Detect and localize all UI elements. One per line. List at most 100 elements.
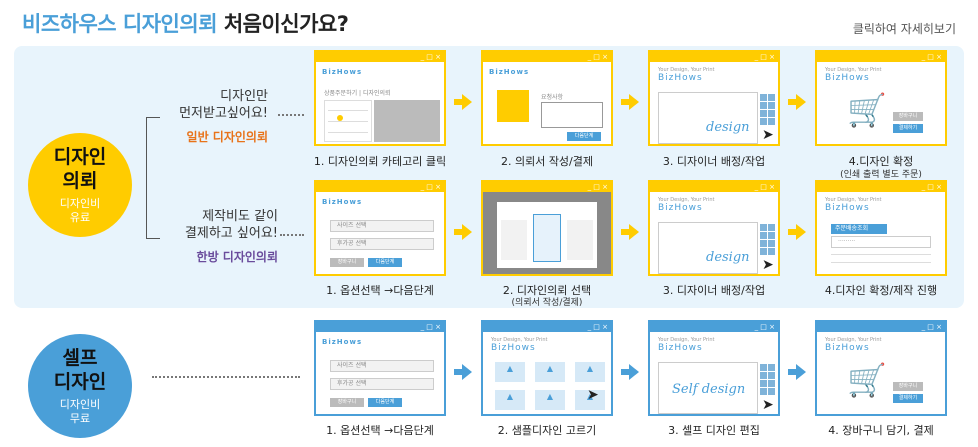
option-card[interactable] (501, 220, 527, 260)
bizhows-logo: Your Design, Your Print BizHows (825, 337, 881, 353)
self-dots (152, 376, 300, 378)
onestop-step4-label: 4.디자인 확정/제작 진행 (824, 284, 938, 297)
window-controls: _ □ × (754, 183, 775, 191)
option-card[interactable] (567, 220, 593, 260)
next-button[interactable]: 다음단계 (368, 398, 402, 407)
general-dots (278, 114, 304, 116)
design-canvas (658, 92, 758, 144)
cart-button[interactable]: 장바구니 (893, 382, 923, 391)
confirm-button[interactable]: 결제하기 (893, 124, 923, 133)
category-preview (374, 100, 440, 142)
bizhows-logo: BizHows (322, 68, 363, 76)
self-step4-label: 4. 장바구니 담기, 결제 (828, 424, 934, 437)
sample-image-icon[interactable]: ▲ (495, 362, 525, 382)
finish-select[interactable]: 후가공 선택 (330, 238, 434, 250)
logo-text: BizHows (491, 343, 536, 353)
logo-text: BizHows (658, 343, 703, 353)
request-textarea[interactable] (541, 102, 603, 128)
arrow-icon (788, 224, 806, 240)
menu-order[interactable]: 상품주문하기 (324, 90, 357, 97)
title-blue: 비즈하우스 디자인의뢰 (22, 12, 218, 36)
next-button[interactable]: 다음단계 (567, 132, 601, 141)
cart-button[interactable]: 장바구니 (330, 398, 364, 407)
arrow-icon (454, 94, 472, 110)
circle-title-line2: 의뢰 (62, 170, 98, 192)
onestop-option-name: 한방 디자인의뢰 (196, 250, 278, 264)
bizhows-logo: Your Design, Your Print BizHows (658, 197, 714, 213)
general-step3-window: _ □ × Your Design, Your Print BizHows des… (648, 50, 780, 146)
bizhows-logo: Your Design, Your Print BizHows (825, 197, 881, 213)
sample-image-icon[interactable]: ▲ (535, 390, 565, 410)
cart-button[interactable]: 장바구니 (330, 258, 364, 267)
design-word: design (706, 250, 750, 265)
onestop-step3-window: _ □ × Your Design, Your Print BizHows des… (648, 180, 780, 276)
self-step1-label: 1. 옵션선택 →다음단계 (326, 424, 434, 437)
sample-image-icon[interactable]: ▲ (495, 390, 525, 410)
page-title: 비즈하우스 디자인의뢰 처음이신가요? (22, 8, 349, 38)
onestop-question-1: 제작비도 같이 (202, 209, 278, 224)
window-controls: _ □ × (420, 183, 441, 191)
category-dot (337, 115, 343, 121)
request-form-label: 요청사항 (541, 94, 564, 101)
tool-palette (760, 224, 775, 255)
title-dark: 처음이신가요? (223, 12, 349, 36)
general-step4-sub: (인쇄 출력 별도 주문) (840, 170, 922, 180)
bizhows-logo: BizHows (322, 198, 363, 206)
circle-sub-line1: 디자인비 (59, 398, 101, 411)
general-step4-window: _ □ × Your Design, Your Print BizHows 🛒 장… (815, 50, 947, 146)
onestop-step4-window: _ □ × Your Design, Your Print BizHows 주문배… (815, 180, 947, 276)
next-button[interactable]: 다음단계 (368, 258, 402, 267)
option-bracket (146, 117, 160, 239)
onestop-dots (280, 234, 304, 236)
sample-image-icon[interactable]: ▲ (575, 362, 605, 382)
cursor-icon: ➤ (762, 127, 774, 143)
logo-text: BizHows (658, 203, 703, 213)
self-step1-window: _ □ × BizHows 사이즈 선택 후가공 선택 장바구니 다음단계 (314, 320, 446, 416)
menu-bar: 상품주문하기 | 디자인의뢰 (324, 90, 391, 97)
tool-palette (760, 94, 775, 125)
design-word: design (706, 120, 750, 135)
self-design-word: Self design (672, 382, 746, 397)
arrow-icon (621, 364, 639, 380)
arrow-icon (454, 364, 472, 380)
general-question-2: 먼저받고싶어요! (179, 106, 268, 121)
more-info-link[interactable]: 클릭하여 자세히보기 (853, 20, 956, 37)
size-select[interactable]: 사이즈 선택 (330, 220, 434, 232)
window-controls: _ □ × (921, 183, 942, 191)
sample-image-icon[interactable]: ▲ (535, 362, 565, 382)
finish-select[interactable]: 후가공 선택 (330, 378, 434, 390)
general-step1-window: _ □ × BizHows 상품주문하기 | 디자인의뢰 (314, 50, 446, 146)
cart-icon: 🛒 (847, 91, 887, 129)
window-controls: _ □ × (420, 323, 441, 331)
general-option[interactable]: 디자인만 먼저받고싶어요! 일반 디자인의뢰 (170, 88, 268, 145)
order-tracking-tab[interactable]: 주문배송조회 (831, 224, 887, 234)
confirm-button[interactable]: 결제하기 (893, 394, 923, 403)
design-canvas (658, 222, 758, 274)
circle-sub-line2: 유료 (69, 211, 91, 224)
divider (831, 262, 931, 263)
cart-icon: 🛒 (847, 361, 887, 399)
circle-title-line2: 디자인 (53, 371, 107, 393)
cursor-icon: ➤ (587, 387, 599, 403)
arrow-icon (788, 364, 806, 380)
window-controls: _ □ × (921, 323, 942, 331)
onestop-step3-label: 3. 디자이너 배정/작업 (662, 284, 766, 297)
onestop-option[interactable]: 제작비도 같이 결제하고 싶어요! 한방 디자인의뢰 (170, 208, 278, 265)
option-card-selected[interactable] (533, 214, 561, 262)
logo-text: BizHows (825, 343, 870, 353)
onestop-step1-label: 1. 옵션선택 →다음단계 (326, 284, 434, 297)
circle-sub-line2: 무료 (69, 412, 91, 425)
window-controls: _ □ × (587, 53, 608, 61)
tool-palette (760, 364, 775, 395)
cart-button[interactable]: 장바구니 (893, 112, 923, 121)
window-controls: _ □ × (420, 53, 441, 61)
window-controls: _ □ × (921, 53, 942, 61)
general-option-name: 일반 디자인의뢰 (186, 130, 268, 144)
onestop-step1-window: _ □ × BizHows 사이즈 선택 후가공 선택 장바구니 다음단계 (314, 180, 446, 276)
general-step1-label: 1. 디자인의뢰 카테고리 클릭 (313, 155, 447, 168)
window-controls: _ □ × (754, 53, 775, 61)
self-step2-label: 2. 샘플디자인 고르기 (497, 424, 597, 437)
size-select[interactable]: 사이즈 선택 (330, 360, 434, 372)
menu-design-request[interactable]: 디자인의뢰 (363, 90, 391, 97)
arrow-icon (788, 94, 806, 110)
